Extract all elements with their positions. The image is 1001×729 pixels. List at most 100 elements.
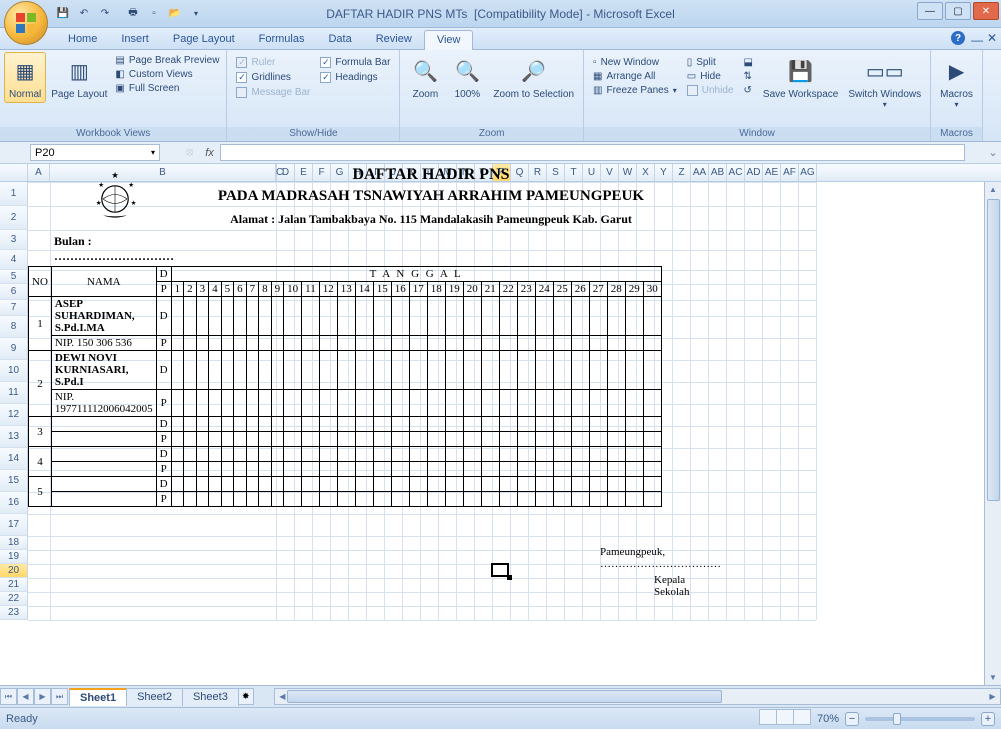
macros-button[interactable]: ▶Macros▾ bbox=[935, 52, 978, 112]
unhide-button[interactable]: Unhide bbox=[684, 84, 737, 97]
name-box[interactable]: P20▾ bbox=[30, 144, 160, 161]
insert-sheet-button[interactable]: ✸ bbox=[238, 688, 254, 705]
row-header-6[interactable]: 6 bbox=[0, 284, 28, 300]
formula-bar-checkbox[interactable]: ✓Formula Bar bbox=[317, 56, 393, 69]
save-workspace-button[interactable]: 💾Save Workspace bbox=[758, 52, 843, 103]
new-window-button[interactable]: ▫New Window bbox=[590, 56, 680, 69]
page-break-icon: ▤ bbox=[115, 55, 124, 66]
help-icon[interactable]: ? bbox=[951, 31, 965, 45]
expand-formula-bar[interactable]: ⌄ bbox=[985, 146, 1001, 159]
normal-view-icon: ▦ bbox=[9, 55, 41, 87]
row-header-1[interactable]: 1 bbox=[0, 182, 28, 206]
row-header-7[interactable]: 7 bbox=[0, 300, 28, 316]
row-header-10[interactable]: 10 bbox=[0, 360, 28, 382]
sheet-tab-sheet2[interactable]: Sheet2 bbox=[126, 688, 183, 706]
tab-insert[interactable]: Insert bbox=[109, 30, 161, 49]
close-button[interactable]: ✕ bbox=[973, 2, 999, 20]
view-side-by-side-button[interactable]: ⬓ bbox=[740, 56, 755, 69]
row-header-5[interactable]: 5 bbox=[0, 270, 28, 284]
fill-handle[interactable] bbox=[507, 575, 512, 580]
qat-more-icon[interactable]: ▾ bbox=[187, 5, 205, 23]
tab-data[interactable]: Data bbox=[316, 30, 363, 49]
workbook-minimize-button[interactable]: — bbox=[971, 33, 983, 47]
tab-formulas[interactable]: Formulas bbox=[247, 30, 317, 49]
row-header-4[interactable]: 4 bbox=[0, 250, 28, 270]
tab-home[interactable]: Home bbox=[56, 30, 109, 49]
sheet-tab-sheet1[interactable]: Sheet1 bbox=[69, 688, 127, 706]
hide-button[interactable]: ▭Hide bbox=[684, 70, 737, 83]
scroll-right-icon[interactable]: ▶ bbox=[985, 689, 1000, 704]
row-header-9[interactable]: 9 bbox=[0, 338, 28, 360]
scroll-thumb[interactable] bbox=[987, 199, 1000, 501]
zoom-100-button[interactable]: 🔍100% bbox=[446, 52, 488, 103]
zoom-knob[interactable] bbox=[893, 713, 901, 725]
print-icon[interactable]: 🖶 bbox=[124, 5, 142, 23]
row-header-19[interactable]: 19 bbox=[0, 550, 28, 564]
row-header-20[interactable]: 20 bbox=[0, 564, 28, 578]
page-break-preview-button[interactable]: ▤Page Break Preview bbox=[112, 54, 222, 67]
redo-icon[interactable]: ↷ bbox=[96, 5, 114, 23]
formula-bar[interactable] bbox=[220, 144, 965, 161]
tab-page-layout[interactable]: Page Layout bbox=[161, 30, 247, 49]
worksheet-area[interactable]: ABCDEFGHIJKLMNOPQRSTUVWXYZAAABACADAEAFAG… bbox=[0, 164, 1001, 685]
row-header-8[interactable]: 8 bbox=[0, 316, 28, 338]
ruler-checkbox[interactable]: ✓Ruler bbox=[233, 56, 313, 69]
row-header-14[interactable]: 14 bbox=[0, 448, 28, 470]
zoom-button[interactable]: 🔍Zoom bbox=[404, 52, 446, 103]
office-button[interactable] bbox=[4, 1, 48, 45]
full-screen-button[interactable]: ▣Full Screen bbox=[112, 82, 222, 95]
scroll-up-icon[interactable]: ▲ bbox=[986, 182, 1001, 197]
minimize-button[interactable]: — bbox=[917, 2, 943, 20]
select-all-button[interactable] bbox=[0, 164, 28, 181]
split-button[interactable]: ▯Split bbox=[684, 56, 737, 69]
sheet-tab-sheet3[interactable]: Sheet3 bbox=[182, 688, 239, 706]
row-header-18[interactable]: 18 bbox=[0, 536, 28, 550]
row-header-15[interactable]: 15 bbox=[0, 470, 28, 492]
maximize-button[interactable]: ▢ bbox=[945, 2, 971, 20]
tab-view[interactable]: View bbox=[424, 30, 474, 50]
gridlines-checkbox[interactable]: ✓Gridlines bbox=[233, 71, 313, 84]
horizontal-scrollbar[interactable]: ◀ ▶ bbox=[274, 688, 1001, 705]
tab-review[interactable]: Review bbox=[364, 30, 424, 49]
freeze-panes-button[interactable]: ▥Freeze Panes▾ bbox=[590, 84, 680, 97]
switch-windows-button[interactable]: ▭▭Switch Windows▾ bbox=[843, 52, 926, 112]
tab-prev-icon[interactable]: ◀ bbox=[17, 688, 34, 705]
zoom-out-button[interactable]: − bbox=[845, 712, 859, 726]
row-header-16[interactable]: 16 bbox=[0, 492, 28, 514]
row-header-3[interactable]: 3 bbox=[0, 230, 28, 250]
new-icon[interactable]: ▫ bbox=[145, 5, 163, 23]
undo-icon[interactable]: ↶ bbox=[75, 5, 93, 23]
zoom-sel-icon: 🔎 bbox=[518, 55, 550, 87]
vertical-scrollbar[interactable]: ▲ ▼ bbox=[984, 182, 1001, 685]
save-icon[interactable]: 💾 bbox=[54, 5, 72, 23]
headings-checkbox[interactable]: ✓Headings bbox=[317, 71, 393, 84]
row-header-11[interactable]: 11 bbox=[0, 382, 28, 404]
reset-position-button[interactable]: ↺ bbox=[740, 84, 755, 97]
tab-next-icon[interactable]: ▶ bbox=[34, 688, 51, 705]
zoom-to-selection-button[interactable]: 🔎Zoom to Selection bbox=[488, 52, 579, 103]
open-icon[interactable]: 📂 bbox=[166, 5, 184, 23]
zoom-slider[interactable] bbox=[865, 717, 975, 721]
fx-icon[interactable]: fx bbox=[205, 147, 214, 159]
row-header-22[interactable]: 22 bbox=[0, 592, 28, 606]
tab-last-icon[interactable]: ⏭ bbox=[51, 688, 68, 705]
view-shortcuts[interactable] bbox=[760, 709, 811, 728]
scroll-down-icon[interactable]: ▼ bbox=[986, 670, 1001, 685]
row-header-12[interactable]: 12 bbox=[0, 404, 28, 426]
row-header-23[interactable]: 23 bbox=[0, 606, 28, 620]
row-header-13[interactable]: 13 bbox=[0, 426, 28, 448]
normal-view-button[interactable]: ▦ Normal bbox=[4, 52, 46, 103]
page-layout-button[interactable]: ▥ Page Layout bbox=[46, 52, 112, 103]
message-bar-checkbox[interactable]: Message Bar bbox=[233, 86, 313, 99]
zoom-in-button[interactable]: + bbox=[981, 712, 995, 726]
custom-views-button[interactable]: ◧Custom Views bbox=[112, 68, 222, 81]
row-header-21[interactable]: 21 bbox=[0, 578, 28, 592]
sync-scroll-button[interactable]: ⇅ bbox=[740, 70, 755, 83]
workbook-close-button[interactable]: ✕ bbox=[987, 31, 997, 45]
row-header-17[interactable]: 17 bbox=[0, 514, 28, 536]
zoom-level[interactable]: 70% bbox=[817, 713, 839, 725]
arrange-all-button[interactable]: ▦Arrange All bbox=[590, 70, 680, 83]
row-header-2[interactable]: 2 bbox=[0, 206, 28, 230]
tab-first-icon[interactable]: ⏮ bbox=[0, 688, 17, 705]
scroll-thumb[interactable] bbox=[287, 690, 722, 703]
